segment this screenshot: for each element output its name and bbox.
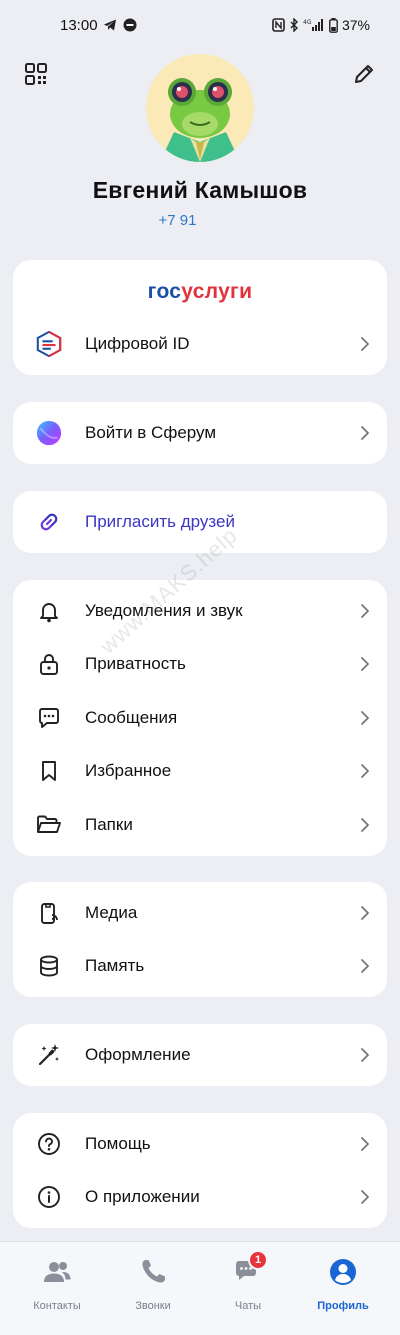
chevron-right-icon [361, 905, 369, 920]
support-item-label: Помощь [85, 1133, 151, 1153]
invite-friends-label: Пригласить друзей [85, 511, 235, 531]
frog-avatar-image [146, 54, 254, 162]
chevron-right-icon [361, 817, 369, 832]
bell-icon [35, 597, 63, 625]
profile-name: Евгений Камышов [92, 177, 308, 203]
chat-bubble-icon [35, 704, 63, 732]
appearance-label: Оформление [85, 1044, 191, 1064]
gosuslugi-logo-part2: услуги [181, 280, 253, 303]
settings-item-messages[interactable]: Сообщения [13, 691, 387, 744]
status-left-icons [103, 18, 137, 32]
contacts-icon [44, 1262, 71, 1282]
chevron-right-icon [361, 1189, 369, 1204]
lock-icon [35, 650, 63, 678]
settings-card: Уведомления и звук Приватность Сообщения… [13, 580, 387, 856]
bookmark-icon [35, 757, 63, 785]
nav-tab-profile[interactable]: Профиль [293, 1258, 393, 1318]
chevron-right-icon [361, 603, 369, 618]
storage-item-label: Память [85, 955, 145, 975]
chevron-right-icon [361, 958, 369, 973]
sferum-logo-icon [35, 419, 63, 447]
nav-tab-label: Чаты [234, 1300, 262, 1312]
gosuslugi-logo-part1: гос [147, 280, 182, 303]
nav-tab-label: Профиль [317, 1300, 369, 1312]
nav-tab-chats[interactable]: 1 Чаты [198, 1250, 298, 1318]
settings-item-label: Сообщения [85, 707, 178, 727]
status-bar: 13:00 4G 37% [0, 0, 400, 52]
chevron-right-icon [361, 1136, 369, 1151]
digital-id-label: Цифровой ID [85, 333, 190, 353]
unread-badge: 1 [248, 1250, 268, 1270]
storage-card: Медиа Память [13, 882, 387, 997]
sferum-card: Войти в Сферум [13, 402, 387, 464]
battery-level: 37% [341, 17, 370, 33]
digital-id-row[interactable]: Цифровой ID [13, 317, 387, 370]
digital-id-icon [35, 330, 63, 358]
settings-item-folders[interactable]: Папки [13, 798, 387, 851]
media-icon [35, 899, 63, 927]
signal-icon: 4G [303, 19, 323, 31]
database-icon [35, 952, 63, 980]
storage-item-memory[interactable]: Память [13, 939, 387, 992]
phone-icon [142, 1260, 165, 1283]
profile-icon [330, 1259, 356, 1285]
nav-tab-calls[interactable]: Звонки [103, 1258, 203, 1318]
help-icon [35, 1130, 63, 1158]
chevron-right-icon [361, 763, 369, 778]
profile-phone-text: +7 91 [158, 212, 197, 229]
gosuslugi-card: госуслуги Цифровой ID [13, 260, 387, 375]
settings-item-notifications[interactable]: Уведомления и звук [13, 584, 387, 637]
profile-phone: +7 91 [0, 212, 400, 229]
settings-item-label: Папки [85, 814, 133, 834]
sferum-label: Войти в Сферум [85, 422, 217, 442]
status-time: 13:00 [60, 17, 98, 34]
nav-tab-label: Звонки [135, 1300, 171, 1312]
bluetooth-icon [290, 18, 298, 32]
chevron-right-icon [361, 425, 369, 440]
appearance-row[interactable]: Оформление [13, 1028, 387, 1081]
sferum-row[interactable]: Войти в Сферум [13, 406, 387, 459]
nav-tab-contacts[interactable]: Контакты [7, 1258, 107, 1318]
chevron-right-icon [361, 336, 369, 351]
info-icon [35, 1183, 63, 1211]
pencil-icon [355, 65, 373, 83]
appearance-card: Оформление [13, 1024, 387, 1086]
svg-text:4G: 4G [303, 19, 312, 26]
qr-code-icon [25, 63, 47, 85]
support-item-help[interactable]: Помощь [13, 1117, 387, 1170]
notification-badge-icon [123, 18, 137, 32]
chevron-right-icon [361, 1047, 369, 1062]
support-item-label: О приложении [85, 1186, 200, 1206]
nav-tab-label: Контакты [33, 1300, 81, 1312]
invite-friends-row[interactable]: Пригласить друзей [13, 495, 387, 548]
chevron-right-icon [361, 656, 369, 671]
status-right: 4G 37% [272, 17, 370, 33]
avatar[interactable] [146, 54, 254, 162]
gosuslugi-logo: госуслуги [13, 280, 387, 304]
link-icon [35, 508, 63, 536]
support-card: Помощь О приложении [13, 1113, 387, 1228]
settings-item-label: Избранное [85, 760, 172, 780]
chevron-right-icon [361, 710, 369, 725]
magic-wand-icon [35, 1041, 63, 1069]
battery-icon [329, 17, 338, 33]
edit-profile-button[interactable] [352, 62, 376, 86]
qr-code-button[interactable] [24, 62, 48, 86]
settings-item-label: Приватность [85, 653, 186, 673]
storage-item-label: Медиа [85, 902, 138, 922]
nfc-icon [272, 18, 285, 32]
settings-item-privacy[interactable]: Приватность [13, 637, 387, 690]
storage-item-media[interactable]: Медиа [13, 886, 387, 939]
support-item-about[interactable]: О приложении [13, 1170, 387, 1223]
settings-item-favorites[interactable]: Избранное [13, 744, 387, 797]
telegram-icon [104, 19, 116, 31]
bottom-nav: Контакты Звонки 1 Чаты Профиль [0, 1241, 400, 1335]
folder-icon [35, 811, 63, 839]
